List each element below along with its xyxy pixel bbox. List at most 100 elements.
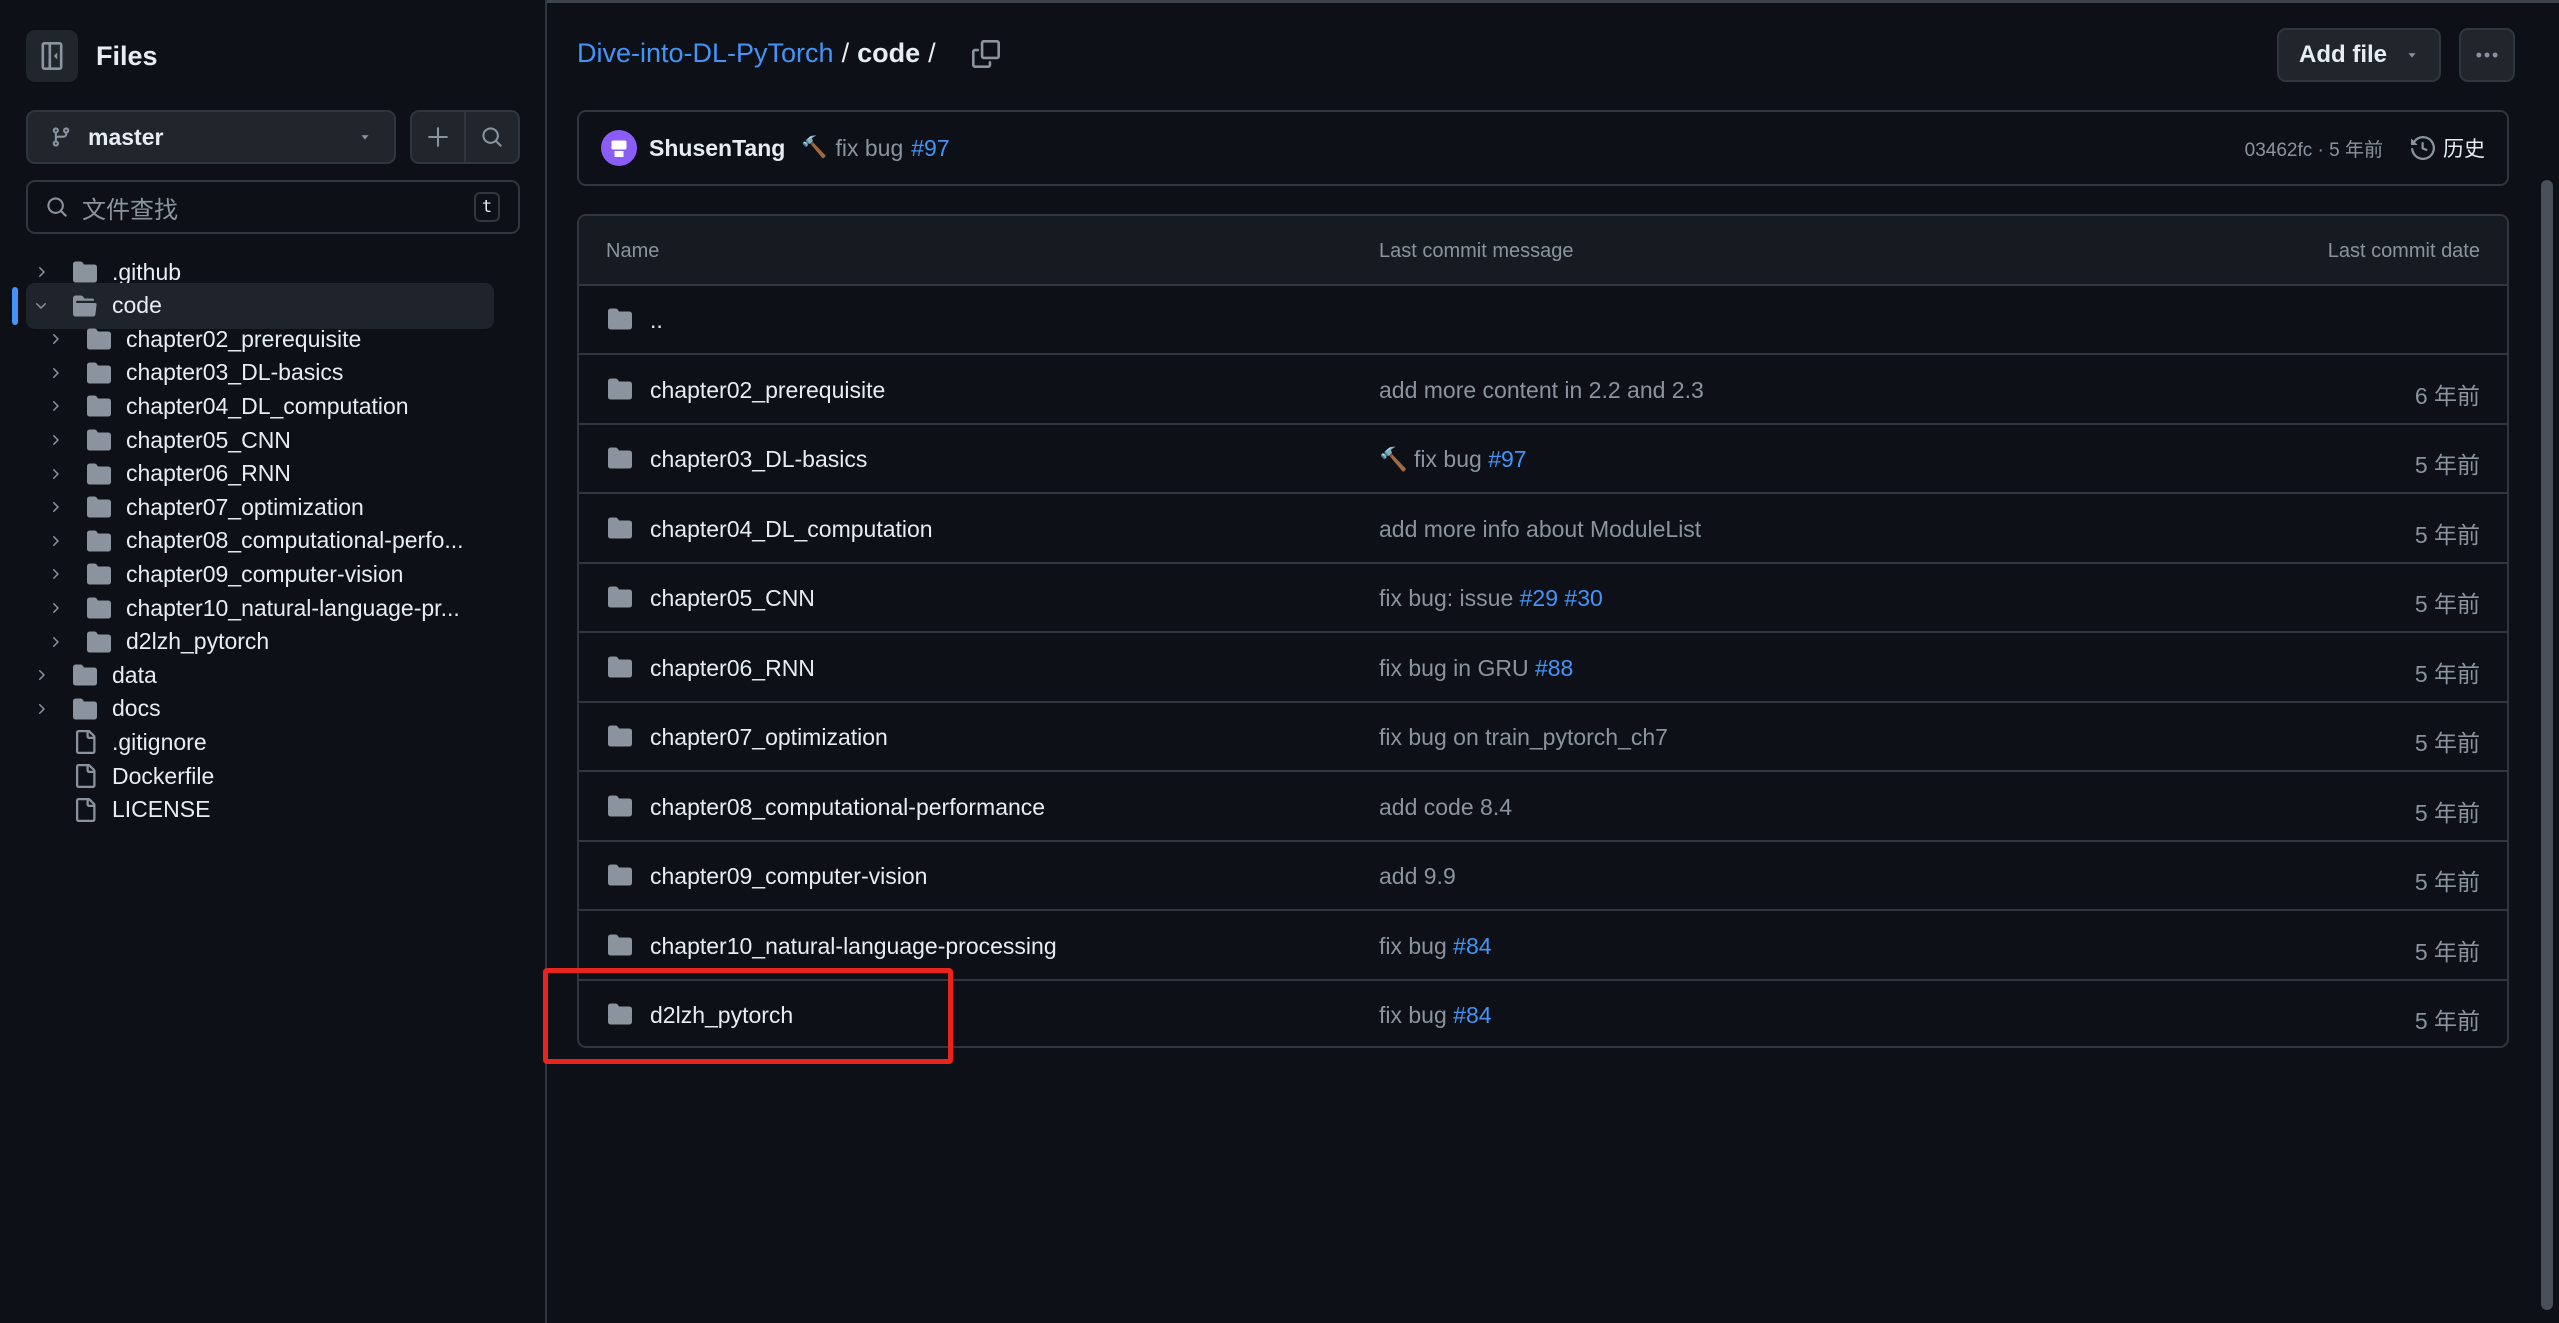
commit-hash-age[interactable]: 03462fc · 5 年前 (2245, 135, 2383, 162)
chevron-right-icon[interactable] (44, 331, 66, 347)
history-label: 历史 (2443, 138, 2485, 161)
breadcrumb-repo-link[interactable]: Dive-into-DL-PyTorch (577, 38, 834, 69)
commit-message[interactable]: fix bug (835, 135, 903, 162)
add-file-button[interactable]: Add file (2277, 28, 2441, 82)
folder-icon (84, 462, 114, 486)
folder-icon (84, 495, 114, 519)
chevron-right-icon[interactable] (44, 398, 66, 414)
file-name-link[interactable]: chapter07_optimization (650, 724, 888, 751)
table-row[interactable]: chapter09_computer-vision add 9.9 5 年前 (579, 842, 2507, 911)
caret-down-icon (361, 135, 369, 140)
annotation-highlight-box (543, 968, 953, 1064)
tree-item-gitignore[interactable]: .gitignore (26, 725, 494, 759)
more-options-button[interactable] (2459, 28, 2515, 82)
tree-item-chapter03-dl-basics[interactable]: chapter03_DL-basics (26, 356, 494, 390)
commit-message-text[interactable]: fix bug on train_pytorch_ch7 (1379, 724, 1668, 750)
chevron-right-icon[interactable] (30, 667, 52, 683)
collapse-sidebar-button[interactable] (26, 30, 78, 82)
chevron-right-icon[interactable] (44, 600, 66, 616)
commit-message-text[interactable]: add 9.9 (1379, 863, 1456, 889)
issue-ref-link[interactable]: #84 (1453, 1002, 1491, 1028)
tree-item-label: .gitignore (112, 728, 207, 755)
table-row[interactable]: chapter07_optimization fix bug on train_p… (579, 703, 2507, 772)
history-button[interactable]: 历史 (2411, 133, 2485, 163)
issue-ref-link[interactable]: #30 (1564, 585, 1602, 611)
file-name-link[interactable]: chapter05_CNN (650, 585, 815, 612)
tree-item-license[interactable]: LICENSE (26, 793, 494, 827)
tree-item-label: Dockerfile (112, 762, 215, 789)
file-name-link[interactable]: chapter08_computational-performance (650, 794, 1045, 821)
folder-icon (70, 697, 100, 721)
breadcrumb: Dive-into-DL-PyTorch / code / (577, 38, 1000, 69)
file-name-link[interactable]: chapter09_computer-vision (650, 863, 927, 890)
folder-icon (606, 933, 634, 957)
chevron-right-icon[interactable] (44, 432, 66, 448)
add-file-tree-button[interactable] (412, 112, 464, 162)
issue-ref-link[interactable]: #88 (1535, 655, 1573, 681)
tree-item-chapter02-prerequisite[interactable]: chapter02_prerequisite (26, 322, 494, 356)
commit-message-text[interactable]: fix bug (1414, 446, 1482, 472)
tree-item-chapter08-computational-perfo[interactable]: chapter08_computational-perfo... (26, 524, 494, 558)
chevron-right-icon[interactable] (44, 566, 66, 582)
tree-item-label: code (112, 292, 162, 319)
search-icon (47, 197, 67, 217)
tree-item-chapter09-computer-vision[interactable]: chapter09_computer-vision (26, 557, 494, 591)
commit-date-cell: 5 年前 (2414, 591, 2480, 617)
parent-directory-link[interactable]: .. (650, 307, 663, 334)
chevron-right-icon[interactable] (44, 365, 66, 381)
page-scrollbar[interactable] (2541, 180, 2553, 1310)
file-name-link[interactable]: chapter06_RNN (650, 655, 815, 682)
tree-item-chapter05-cnn[interactable]: chapter05_CNN (26, 423, 494, 457)
tree-item-chapter06-rnn[interactable]: chapter06_RNN (26, 457, 494, 491)
commit-message-text[interactable]: add more content in 2.2 and 2.3 (1379, 377, 1704, 403)
tree-item-label: chapter10_natural-language-pr... (126, 594, 460, 621)
commit-message-text[interactable]: add code 8.4 (1379, 794, 1512, 820)
commit-message-text[interactable]: fix bug in GRU (1379, 655, 1529, 681)
tree-item-data[interactable]: data (26, 658, 494, 692)
folder-icon (606, 516, 634, 540)
folder-icon (84, 630, 114, 654)
commit-message-text[interactable]: add more info about ModuleList (1379, 516, 1701, 542)
issue-ref-link[interactable]: #29 (1520, 585, 1558, 611)
chevron-down-icon[interactable] (30, 298, 52, 314)
branch-selector[interactable]: master (26, 110, 396, 164)
commit-message-text[interactable]: fix bug: issue (1379, 585, 1513, 611)
tree-item-docs[interactable]: docs (26, 692, 494, 726)
tree-item-dockerfile[interactable]: Dockerfile (26, 759, 494, 793)
issue-ref-link[interactable]: #84 (1453, 933, 1491, 959)
file-search-input[interactable]: 文件查找 t (26, 180, 520, 234)
chevron-right-icon[interactable] (44, 533, 66, 549)
commit-issue-ref[interactable]: #97 (911, 135, 949, 162)
chevron-right-icon[interactable] (44, 634, 66, 650)
table-row[interactable]: chapter05_CNN fix bug: issue #29 #30 5 年前 (579, 564, 2507, 633)
table-row[interactable]: chapter02_prerequisite add more content i… (579, 356, 2507, 425)
copy-path-button[interactable] (971, 39, 1000, 68)
table-row[interactable]: chapter08_computational-performance add c… (579, 773, 2507, 842)
branch-name: master (88, 123, 164, 150)
commit-message-text[interactable]: fix bug (1379, 933, 1447, 959)
search-tree-button[interactable] (464, 112, 518, 162)
chevron-right-icon[interactable] (44, 499, 66, 515)
issue-ref-link[interactable]: #97 (1488, 446, 1526, 472)
tree-item-label: chapter09_computer-vision (126, 560, 404, 587)
file-name-link[interactable]: chapter04_DL_computation (650, 516, 933, 543)
table-row[interactable]: chapter06_RNN fix bug in GRU #88 5 年前 (579, 634, 2507, 703)
chevron-right-icon[interactable] (30, 264, 52, 280)
tree-item-chapter07-optimization[interactable]: chapter07_optimization (26, 490, 494, 524)
file-name-link[interactable]: chapter02_prerequisite (650, 377, 885, 404)
parent-directory-row[interactable]: .. (579, 286, 2507, 355)
chevron-right-icon[interactable] (44, 466, 66, 482)
file-name-link[interactable]: chapter10_natural-language-processing (650, 933, 1057, 960)
tree-item-d2lzh-pytorch[interactable]: d2lzh_pytorch (26, 625, 494, 659)
file-search-placeholder: 文件查找 (82, 196, 178, 224)
tree-item-chapter04-dl-computation[interactable]: chapter04_DL_computation (26, 389, 494, 423)
file-name-link[interactable]: chapter03_DL-basics (650, 446, 867, 473)
tree-item-chapter10-natural-language-pr[interactable]: chapter10_natural-language-pr... (26, 591, 494, 625)
author-avatar[interactable] (601, 130, 637, 166)
tree-item-label: chapter06_RNN (126, 460, 291, 487)
table-row[interactable]: chapter04_DL_computation add more info ab… (579, 495, 2507, 564)
commit-author[interactable]: ShusenTang (649, 135, 785, 162)
chevron-right-icon[interactable] (30, 701, 52, 717)
table-row[interactable]: chapter03_DL-basics 🔨 fix bug #97 5 年前 (579, 425, 2507, 494)
commit-message-text[interactable]: fix bug (1379, 1002, 1447, 1028)
